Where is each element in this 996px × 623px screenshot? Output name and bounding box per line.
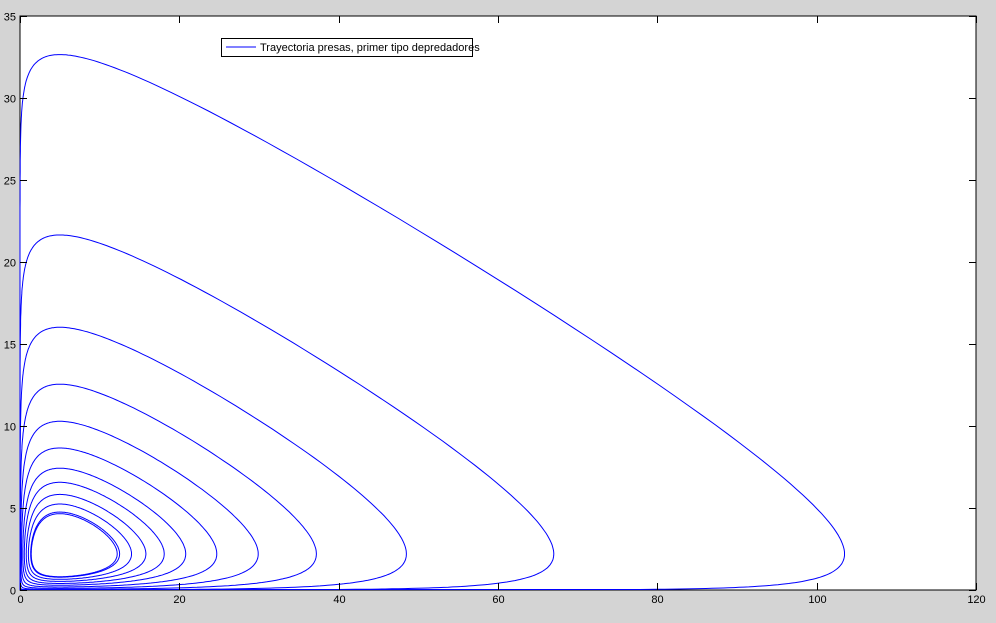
plot-area [20, 16, 976, 590]
y-tick-label: 10 [4, 422, 16, 434]
y-tick-label: 30 [4, 94, 16, 106]
y-tick-labels: 0 5 10 15 20 25 30 35 [4, 12, 16, 598]
x-tick-label: 20 [173, 594, 185, 606]
x-tick-labels: 0 20 40 60 80 100 120 [17, 594, 985, 606]
x-tick-label: 80 [651, 594, 663, 606]
phase-plot: 0 20 40 60 80 100 120 0 5 10 15 20 25 30 35 Trayector… [0, 0, 996, 623]
x-tick-label: 100 [808, 594, 826, 606]
x-tick-label: 40 [333, 594, 345, 606]
y-tick-label: 0 [10, 586, 16, 598]
x-tick-label: 120 [967, 594, 985, 606]
x-tick-label: 0 [17, 594, 23, 606]
y-tick-label: 20 [4, 258, 16, 270]
legend-entry: Trayectoria presas, primer tipo depredad… [260, 42, 480, 54]
y-tick-label: 35 [4, 12, 16, 24]
legend: Trayectoria presas, primer tipo depredad… [222, 39, 481, 57]
y-tick-label: 5 [10, 504, 16, 516]
y-tick-label: 15 [4, 340, 16, 352]
y-tick-label: 25 [4, 176, 16, 188]
x-tick-label: 60 [492, 594, 504, 606]
